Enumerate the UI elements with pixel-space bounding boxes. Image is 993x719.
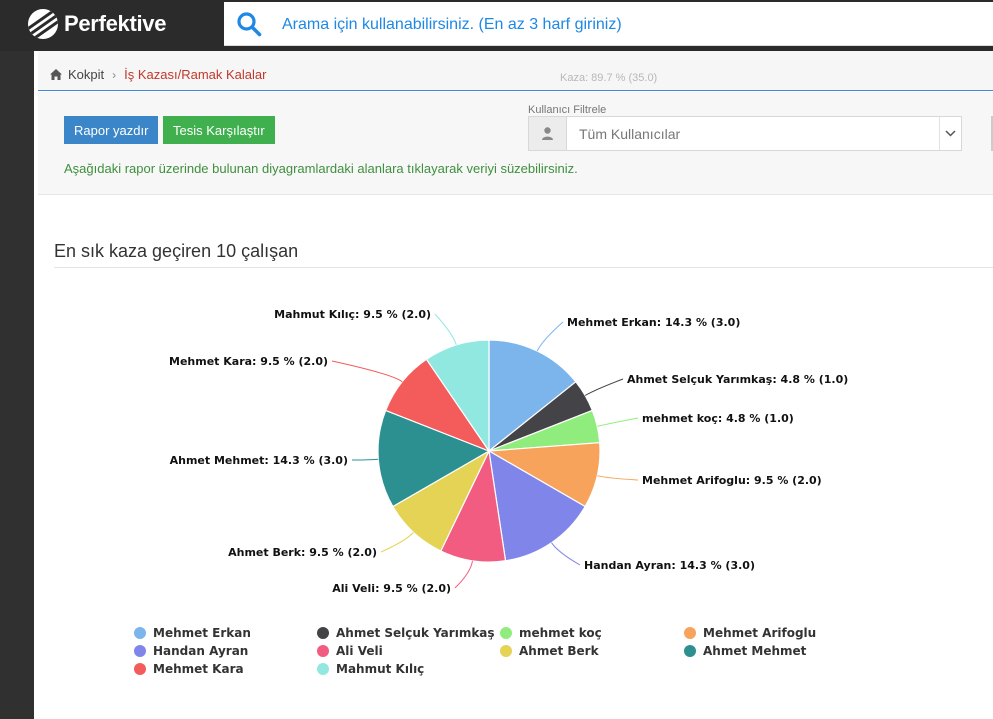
slice-data-label: Ali Veli: 9.5 % (2.0) [332,582,451,595]
slice-data-label: Mehmet Erkan: 14.3 % (3.0) [567,316,740,329]
legend-label: Mehmet Arifoglu [703,626,816,640]
legend-label: Mehmet Erkan [153,626,251,640]
legend-marker-icon [684,645,696,657]
legend-item[interactable]: mehmet koç [500,626,602,640]
label-connector [584,378,624,396]
slice-data-label: Mehmet Kara: 9.5 % (2.0) [169,355,328,368]
slice-data-label: mehmet koç: 4.8 % (1.0) [642,412,794,425]
legend-marker-icon [684,627,696,639]
slice-data-label: Handan Ayran: 14.3 % (3.0) [584,559,755,572]
legend-label: Handan Ayran [153,644,248,658]
legend-label: Ali Veli [336,644,383,658]
legend-marker-icon [500,645,512,657]
legend-item[interactable]: Handan Ayran [134,644,248,658]
legend-item[interactable]: Ahmet Berk [500,644,600,658]
slice-data-label: Ahmet Selçuk Yarımkaş: 4.8 % (1.0) [627,373,848,386]
slice-data-label: Ahmet Mehmet: 14.3 % (3.0) [170,454,348,467]
main-content: Kokpit › İş Kazası/Ramak Kalalar Kaza: 8… [34,51,993,719]
label-connector [351,458,379,461]
legend-item[interactable]: Mehmet Arifoglu [684,626,816,640]
legend-marker-icon [317,645,329,657]
legend-marker-icon [134,627,146,639]
search-icon[interactable] [236,11,262,37]
search-bar [224,2,993,46]
legend-item[interactable]: Ahmet Selçuk Yarımkaş [317,626,495,640]
search-input[interactable] [282,11,982,39]
legend-marker-icon [134,663,146,675]
legend-marker-icon [134,645,146,657]
label-connector [331,360,403,383]
left-sidebar [0,51,34,719]
legend-label: Mahmut Kılıç [336,662,424,676]
legend-marker-icon [317,627,329,639]
legend-marker-icon [500,627,512,639]
legend-marker-icon [317,663,329,675]
label-connector [380,532,414,553]
legend-item[interactable]: Mahmut Kılıç [317,662,424,676]
top-navbar: Perfektive [0,0,993,51]
brand-name: Perfektive [64,11,167,36]
legend-item[interactable]: Mehmet Kara [134,662,244,676]
slice-data-label: Mehmet Arifoglu: 9.5 % (2.0) [642,474,822,487]
brand-logo-icon [28,9,58,39]
slice-data-label: Ahmet Berk: 9.5 % (2.0) [228,546,377,559]
legend-label: Ahmet Mehmet [703,644,807,658]
legend-label: Ahmet Selçuk Yarımkaş [336,626,495,640]
brand-logo[interactable]: Perfektive [28,8,166,40]
label-connector [434,313,457,346]
legend-label: mehmet koç [519,626,602,640]
legend-item[interactable]: Ahmet Mehmet [684,644,807,658]
label-connector [597,475,639,481]
label-connector [454,560,473,589]
legend-item[interactable]: Ali Veli [317,644,383,658]
label-connector [597,417,639,427]
label-connector [536,321,564,352]
slice-data-label: Mahmut Kılıç: 9.5 % (2.0) [274,308,431,321]
legend-label: Mehmet Kara [153,662,244,676]
legend-item[interactable]: Mehmet Erkan [134,626,251,640]
label-connector [551,542,581,566]
legend-label: Ahmet Berk [519,644,600,658]
accident-pie-chart: Mehmet Erkan: 14.3 % (3.0) Ahmet Selçuk Y… [134,308,848,676]
